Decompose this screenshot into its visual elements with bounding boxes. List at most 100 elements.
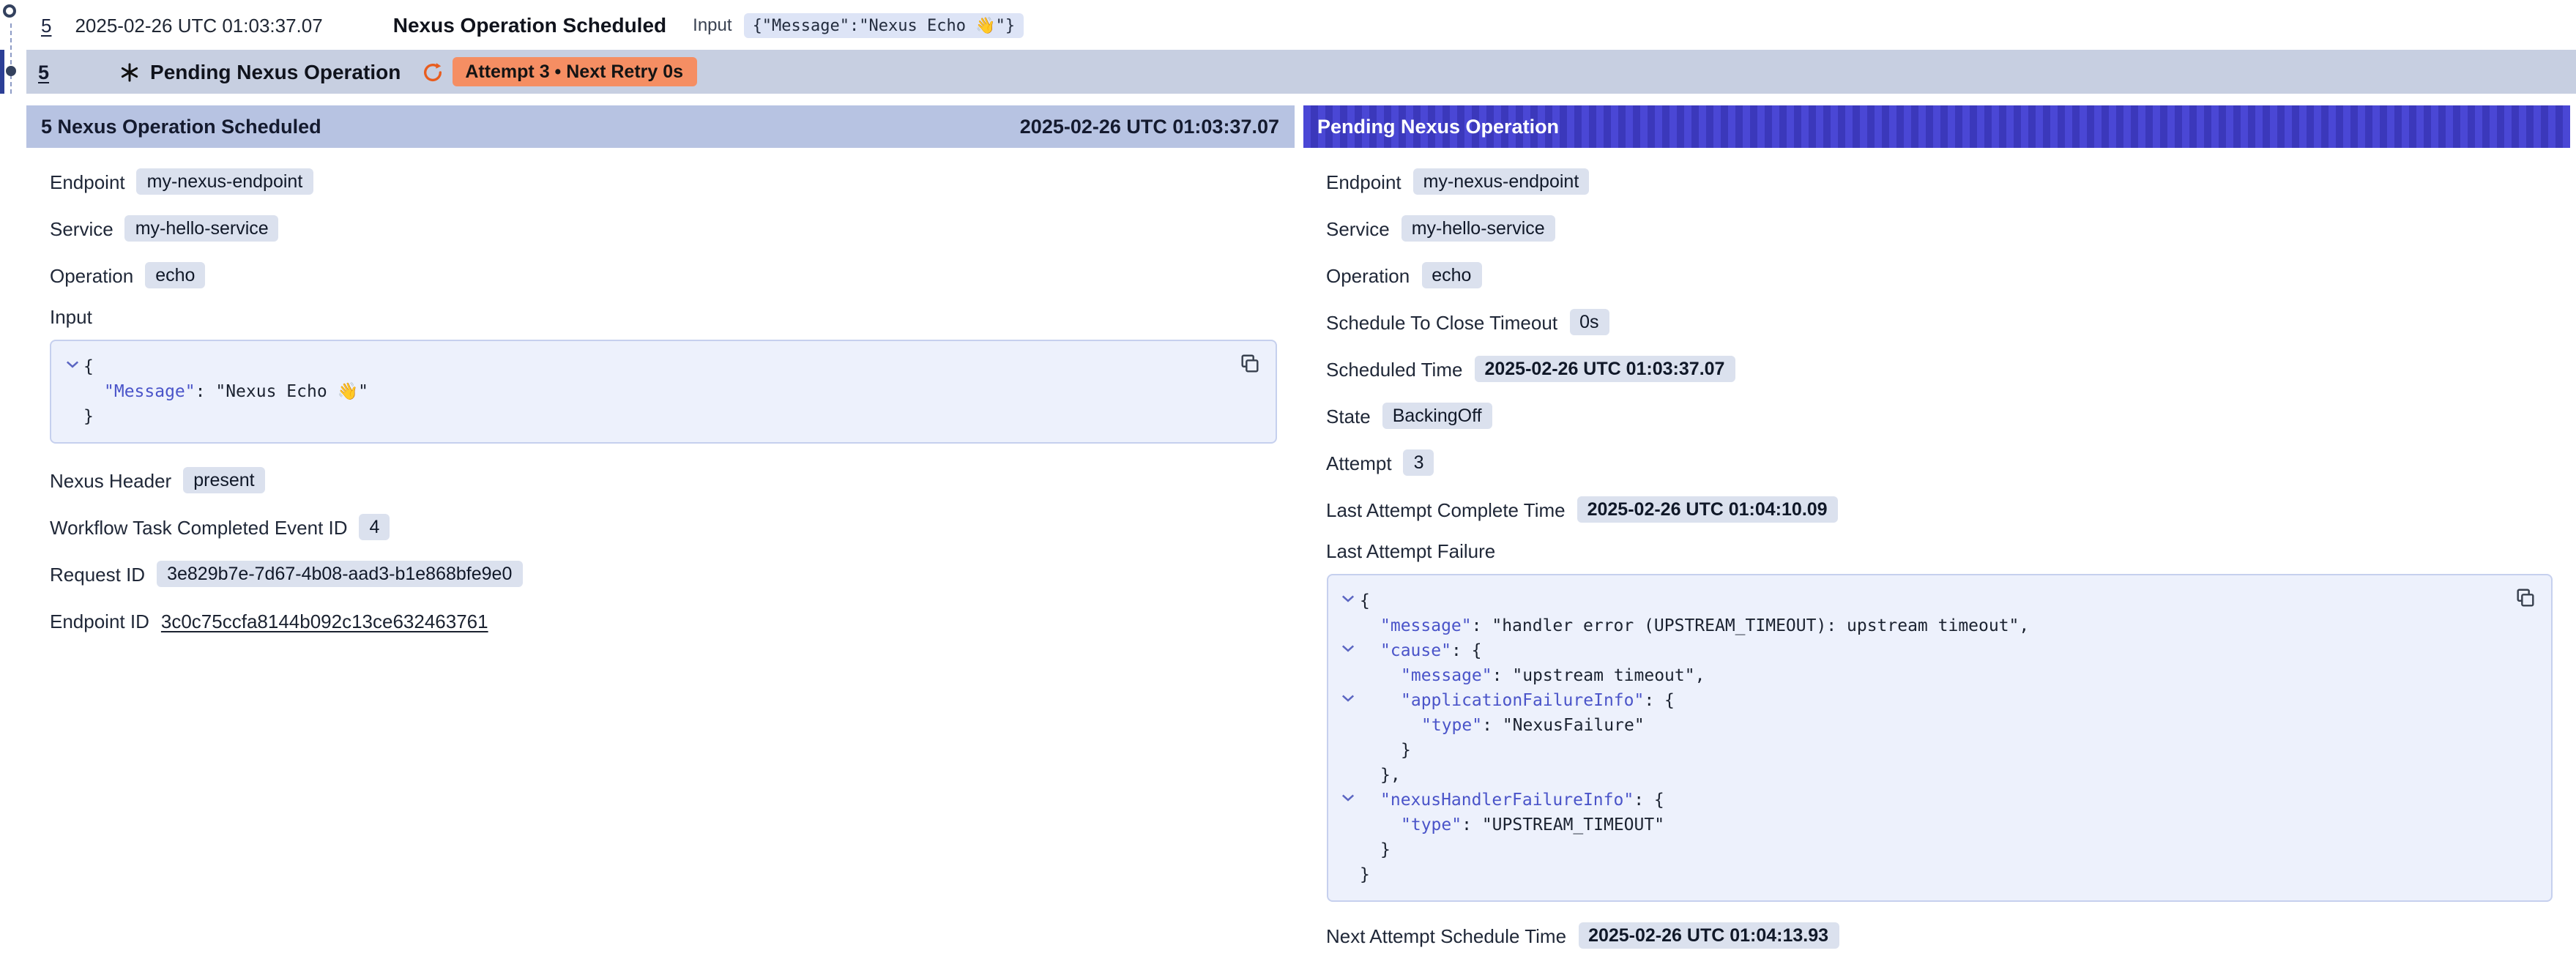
left-field-list: Endpoint my-nexus-endpoint Service my-he… [50,165,1276,291]
field-value-badge: my-nexus-endpoint [1413,168,1590,195]
collapse-caret-icon[interactable] [1336,589,1360,603]
pending-operation-panel: Pending Nexus Operation Endpoint my-nexu… [1303,105,2570,956]
next-attempt-row: Next Attempt Schedule Time 2025-02-26 UT… [1326,919,2553,952]
left-panel-title: 5 Nexus Operation Scheduled [41,116,321,138]
left-panel-timestamp: 2025-02-26 UTC 01:03:37.07 [1020,116,1279,138]
timeline-gutter [0,0,26,105]
pending-asterisk-icon [119,62,138,81]
retry-icon [421,61,443,83]
field-label: State [1326,405,1371,427]
field-value-badge: 3e829b7e-7d67-4b08-aad3-b1e868bfe9e0 [157,561,522,587]
code-gutter-spacer [1336,837,1360,843]
field-row: Request ID 3e829b7e-7d67-4b08-aad3-b1e86… [50,558,1276,590]
event-input-preview-chip: {"Message":"Nexus Echo 👋"} [744,12,1024,37]
code-line: "type": "UPSTREAM_TIMEOUT" [1336,813,2510,837]
field-label: Scheduled Time [1326,358,1462,380]
next-attempt-value-badge: 2025-02-26 UTC 01:04:13.93 [1578,922,1839,949]
failure-section-label: Last Attempt Failure [1326,540,2553,562]
field-label: Nexus Header [50,469,171,491]
code-line: "Message": "Nexus Echo 👋" [60,379,1234,404]
field-label: Attempt [1326,452,1392,474]
field-row: Service my-hello-service [1326,212,2553,244]
event-title: Nexus Operation Scheduled [393,13,666,37]
field-label: Endpoint [1326,171,1401,193]
endpoint-id-link[interactable]: 3c0c75ccfa8144b092c13ce632463761 [161,610,488,632]
field-row: State BackingOff [1326,400,2553,432]
field-value-badge: my-hello-service [125,215,279,242]
field-value-badge: present [183,467,264,493]
pending-operation-title: Pending Nexus Operation [150,60,401,83]
pending-operation-row[interactable]: 5 Pending Nexus Operation Attempt 3 • Ne… [26,50,2576,94]
field-row: Workflow Task Completed Event ID 4 [50,511,1276,543]
field-value-badge: echo [145,262,205,288]
field-value-badge: 3 [1404,449,1434,476]
copy-icon[interactable] [1235,350,1263,378]
code-line: } [60,404,1234,429]
right-panel-header: Pending Nexus Operation [1303,105,2570,148]
field-row: Endpoint my-nexus-endpoint [50,165,1276,198]
code-line: } [1336,837,2510,862]
field-value-badge: my-hello-service [1401,215,1555,242]
code-line: "nexusHandlerFailureInfo": { [1336,788,2510,813]
code-line: "type": "NexusFailure" [1336,713,2510,738]
code-gutter-spacer [1336,713,1360,719]
collapse-caret-icon[interactable] [1336,638,1360,653]
event-detail-panels: 5 Nexus Operation Scheduled 2025-02-26 U… [26,105,2576,956]
field-row: Attempt 3 [1326,447,2553,479]
code-gutter-spacer [60,379,83,385]
attempt-retry-badge: Attempt 3 • Next Retry 0s [452,57,696,86]
code-line: { [60,354,1234,379]
copy-icon[interactable] [2512,584,2539,612]
failure-json-lines: {"message": "handler error (UPSTREAM_TIM… [1336,589,2510,887]
event-summary-row[interactable]: 5 2025-02-26 UTC 01:03:37.07 Nexus Opera… [26,0,2576,50]
next-attempt-label: Next Attempt Schedule Time [1326,925,1566,946]
field-value-badge: 2025-02-26 UTC 01:03:37.07 [1474,356,1735,382]
timeline-start-marker-icon [3,4,16,18]
right-panel-title: Pending Nexus Operation [1317,116,1559,138]
left-panel-header: 5 Nexus Operation Scheduled 2025-02-26 U… [26,105,1294,148]
field-value-badge: my-nexus-endpoint [137,168,313,195]
field-label: Last Attempt Complete Time [1326,498,1566,520]
input-json-lines: {"Message": "Nexus Echo 👋"} [60,354,1234,429]
field-label: Workflow Task Completed Event ID [50,516,348,538]
failure-json-viewer: {"message": "handler error (UPSTREAM_TIM… [1326,574,2553,902]
left-panel-body: Endpoint my-nexus-endpoint Service my-he… [26,148,1294,637]
field-row: Service my-hello-service [50,212,1276,244]
endpoint-id-label: Endpoint ID [50,610,149,632]
field-value-badge: 4 [360,514,390,540]
endpoint-id-row: Endpoint ID 3c0c75ccfa8144b092c13ce63246… [50,605,1276,637]
collapse-caret-icon[interactable] [1336,788,1360,802]
field-row: Scheduled Time 2025-02-26 UTC 01:03:37.0… [1326,353,2553,385]
left-field-list-2: Nexus Header present Workflow Task Compl… [50,464,1276,590]
timeline-connector-line [10,23,12,94]
code-line: }, [1336,763,2510,788]
collapse-caret-icon[interactable] [1336,688,1360,703]
temporal-event-history-view: 5 2025-02-26 UTC 01:03:37.07 Nexus Opera… [0,0,2576,956]
event-id-link[interactable]: 5 [41,14,51,36]
right-field-list: Endpoint my-nexus-endpoint Service my-he… [1326,165,2553,526]
code-gutter-spacer [1336,763,1360,769]
collapse-caret-icon[interactable] [60,354,83,369]
event-input-label: Input [693,15,732,35]
field-row: Operation echo [50,259,1276,291]
event-history-content: 5 2025-02-26 UTC 01:03:37.07 Nexus Opera… [26,0,2576,956]
code-line: } [1336,862,2510,887]
field-value-badge: 2025-02-26 UTC 01:04:10.09 [1577,496,1838,523]
code-gutter-spacer [1336,613,1360,619]
code-gutter-spacer [1336,862,1360,868]
code-line: } [1336,738,2510,763]
code-line: "applicationFailureInfo": { [1336,688,2510,713]
pending-event-id-link[interactable]: 5 [38,61,49,83]
scheduled-event-panel: 5 Nexus Operation Scheduled 2025-02-26 U… [26,105,1294,956]
code-gutter-spacer [1336,813,1360,818]
field-row: Nexus Header present [50,464,1276,496]
code-gutter-spacer [1336,738,1360,744]
code-line: { [1336,589,2510,613]
code-line: "message": "handler error (UPSTREAM_TIME… [1336,613,2510,638]
field-value-badge: BackingOff [1382,403,1492,429]
field-value-badge: echo [1421,262,1481,288]
code-gutter-spacer [60,404,83,410]
field-row: Schedule To Close Timeout 0s [1326,306,2553,338]
code-gutter-spacer [1336,663,1360,669]
field-label: Operation [1326,264,1410,286]
